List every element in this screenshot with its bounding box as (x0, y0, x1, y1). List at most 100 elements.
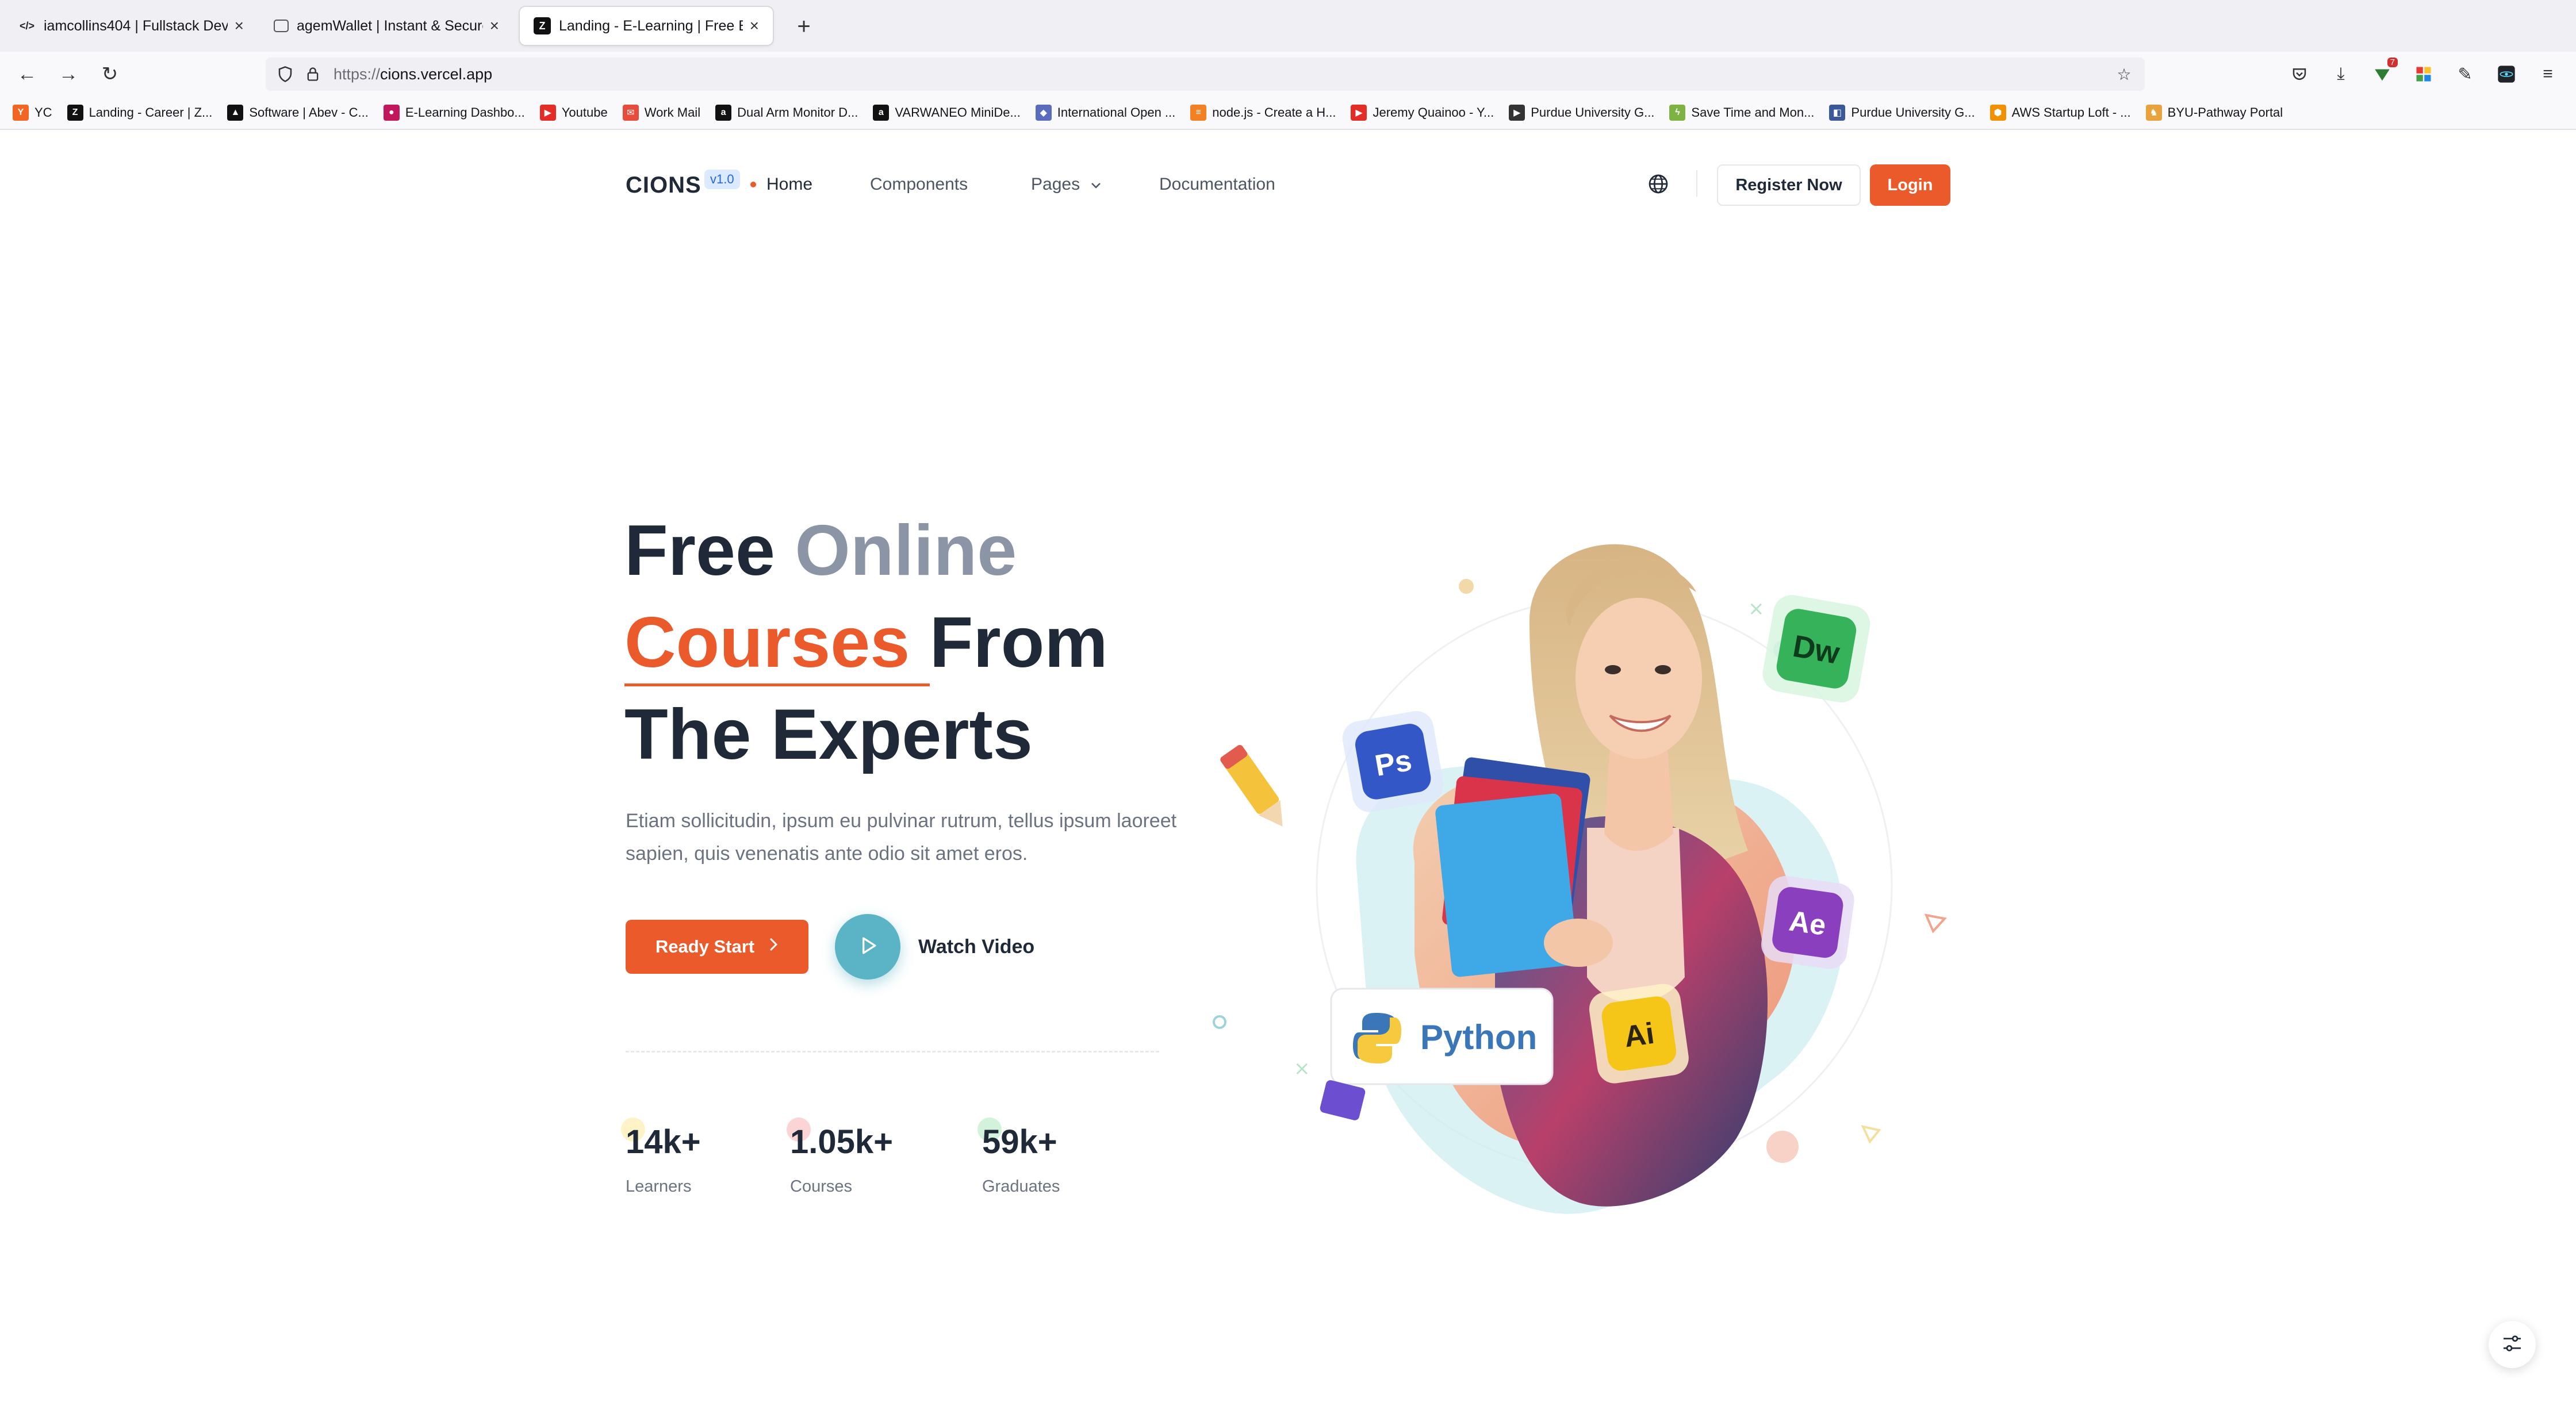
bookmark-favicon-icon: ▶ (539, 105, 556, 121)
stats-divider (626, 1051, 1159, 1053)
shield-icon[interactable] (274, 63, 297, 86)
bookmark-item[interactable]: ≡ node.js - Create a H... (1190, 105, 1336, 121)
play-icon (855, 933, 880, 961)
bookmark-label: Save Time and Mon... (1691, 105, 1815, 120)
bookmark-item[interactable]: ✉ Work Mail (622, 105, 700, 121)
forward-button[interactable]: → (54, 60, 83, 89)
nav-components[interactable]: Components (870, 175, 968, 194)
active-dot (750, 182, 756, 187)
ready-start-button[interactable]: Ready Start (626, 920, 808, 974)
hero-description: Etiam sollicitudin, ipsum eu pulvinar ru… (626, 810, 1177, 865)
settings-button[interactable] (2489, 1321, 2536, 1368)
lock-icon[interactable] (301, 63, 324, 86)
browser-tab-bar: </> iamcollins404 | Fullstack Develo × a… (0, 0, 2576, 52)
hero-title-line-2: Courses From (624, 603, 1108, 686)
code-icon: </> (19, 20, 35, 32)
nav-home[interactable]: Home (766, 175, 812, 194)
decor-cross: × (1748, 597, 1765, 620)
inner-top (1587, 828, 1685, 1003)
nav-documentation[interactable]: Documentation (1159, 175, 1275, 194)
tab-title: iamcollins404 | Fullstack Develo (44, 17, 228, 34)
brand-logo[interactable]: CIONS (626, 172, 702, 198)
chevron-right-icon (768, 936, 779, 957)
bookmark-item[interactable]: ♞ BYU-Pathway Portal (2145, 105, 2283, 121)
bookmark-item[interactable]: ● E-Learning Dashbo... (383, 105, 525, 121)
extension-grid-icon[interactable] (2410, 61, 2437, 87)
bookmark-item[interactable]: a VARWANEO MiniDe... (873, 105, 1021, 121)
bookmark-item[interactable]: ◆ International Open ... (1035, 105, 1176, 121)
url-scheme: https:// (334, 65, 381, 83)
extension-shield-icon[interactable]: 7 (2369, 57, 2398, 87)
bookmark-label: Jeremy Quainoo - Y... (1373, 105, 1494, 120)
pencil-icon (1220, 744, 1283, 827)
bookmark-label: AWS Startup Loft - ... (2011, 105, 2131, 120)
bookmark-label: International Open ... (1057, 105, 1176, 120)
bookmark-item[interactable]: a Dual Arm Monitor D... (715, 105, 858, 121)
decor-triangle (1861, 1125, 1881, 1144)
bookmark-favicon-icon: ≡ (1190, 105, 1207, 121)
bookmark-favicon-icon: ▲ (227, 105, 244, 121)
wallet-icon (274, 20, 289, 32)
bookmark-label: node.js - Create a H... (1212, 105, 1336, 120)
bookmark-item[interactable]: ▲ Software | Abev - C... (227, 105, 369, 121)
close-tab-icon[interactable]: × (750, 17, 759, 35)
download-icon[interactable]: ⤓ (2328, 61, 2354, 87)
bookmark-item[interactable]: ⬢ AWS Startup Loft - ... (1989, 105, 2131, 121)
bookmark-favicon-icon: ✉ (622, 105, 639, 121)
after-effects-badge: Ae (1761, 875, 1854, 969)
url-host: cions.vercel.app (380, 65, 493, 83)
nav-pages[interactable]: Pages (1031, 175, 1102, 194)
bookmark-label: Dual Arm Monitor D... (737, 105, 858, 120)
reload-button[interactable]: ↻ (95, 60, 124, 89)
browser-tab[interactable]: agemWallet | Instant & Secure. × (260, 7, 513, 45)
stat-courses-value: 1.05k+ (790, 1123, 894, 1161)
login-button[interactable]: Login (1870, 164, 1950, 206)
hamburger-menu-icon[interactable]: ≡ (2535, 61, 2561, 87)
bookmark-favicon-icon: ♞ (2145, 105, 2162, 121)
back-button[interactable]: ← (13, 60, 41, 89)
stat-learners-value: 14k+ (626, 1123, 701, 1161)
url-bar[interactable]: https://cions.vercel.app ☆ (266, 57, 2145, 91)
face (1575, 598, 1702, 759)
bookmark-item[interactable]: Y YC (13, 105, 52, 121)
extension-badge: 7 (2387, 57, 2398, 67)
zz-icon: Z (534, 17, 551, 34)
pocket-icon[interactable] (2286, 61, 2313, 87)
bookmark-label: E-Learning Dashbo... (405, 105, 525, 120)
stat-courses-label: Courses (790, 1177, 852, 1196)
photoshop-badge: Ps (1342, 710, 1444, 812)
hero-illustration: × × Ps Dw Ae Ai Python (1213, 544, 1947, 1214)
bookmark-star-icon[interactable]: ☆ (2113, 63, 2136, 86)
hero-word: Free (624, 511, 795, 590)
bookmark-item[interactable]: ◧ Purdue University G... (1829, 105, 1975, 121)
site-header (0, 131, 2576, 238)
close-tab-icon[interactable]: × (235, 17, 244, 35)
decor-dot (1766, 1131, 1799, 1163)
react-devtools-icon[interactable] (2493, 61, 2520, 87)
language-globe-icon[interactable] (1646, 171, 1671, 197)
bookmark-item[interactable]: ▶ Jeremy Quainoo - Y... (1351, 105, 1494, 121)
hero-title-line-1: Free Online (624, 515, 1017, 586)
bookmark-favicon-icon: ▶ (1351, 105, 1367, 121)
sliders-icon (2501, 1332, 2524, 1358)
chevron-down-icon (1090, 175, 1102, 194)
url-text[interactable]: https://cions.vercel.app (334, 66, 492, 83)
watch-video-link[interactable]: Watch Video (918, 936, 1034, 958)
decor-dot (1459, 579, 1474, 594)
bookmark-item[interactable]: Z Landing - Career | Z... (67, 105, 212, 121)
register-button[interactable]: Register Now (1717, 164, 1861, 206)
bookmark-item[interactable]: ϟ Save Time and Mon... (1669, 105, 1814, 121)
close-tab-icon[interactable]: × (490, 17, 499, 35)
play-video-button[interactable] (835, 914, 900, 980)
stat-learners-label: Learners (626, 1177, 692, 1196)
decor-cross: × (1294, 1057, 1310, 1080)
hero-word: From (929, 603, 1108, 682)
browser-tab[interactable]: </> iamcollins404 | Fullstack Develo × (5, 7, 258, 45)
bookmark-item[interactable]: ▶ Youtube (539, 105, 608, 121)
eyedropper-icon[interactable]: ✎ (2452, 61, 2478, 87)
hero-title-line-3: The Experts (624, 695, 1033, 774)
browser-tab-active[interactable]: Z Landing - E-Learning | Free Edu × (520, 7, 773, 45)
new-tab-button[interactable]: + (788, 10, 820, 43)
bookmark-item[interactable]: ▶ Purdue University G... (1509, 105, 1654, 121)
ae-text: Ae (1787, 905, 1828, 942)
